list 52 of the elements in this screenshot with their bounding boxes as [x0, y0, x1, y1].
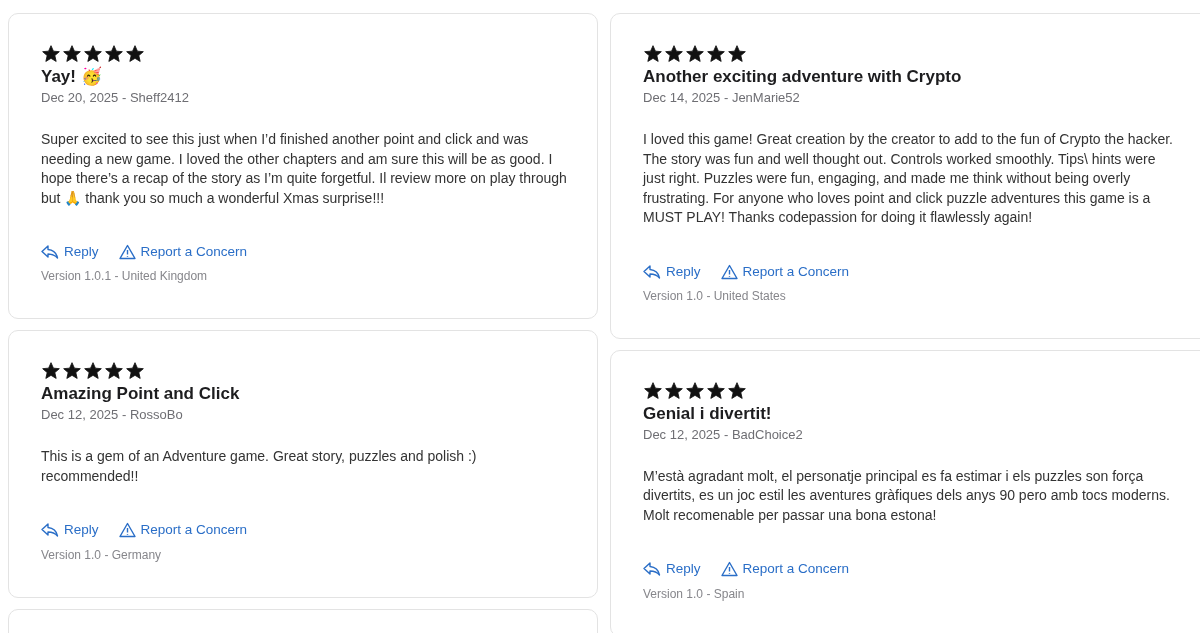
review-text: I loved this game! Great creation by the creator to add to the fun of Crypto the hacker. The story was fun and well thought out. Controls worked smoothly. Tips\ hints were just right. Puzzles were fun, engaging, and made me think without being overly frustrating. For anyone who loves point and click puzzle adventures this game is a MUST PLAY! Thanks codepassion for doing it flawlessly again! — [643, 130, 1174, 227]
star-icon — [125, 44, 145, 64]
warning-icon — [720, 561, 738, 578]
star-icon — [104, 361, 124, 382]
reply-icon — [41, 522, 59, 539]
star-icon — [125, 361, 145, 382]
star-icon — [41, 44, 61, 64]
star-icon — [685, 44, 705, 64]
review-title: Yay! 🥳 — [41, 66, 103, 88]
report-concern-link[interactable]: Report a Concern — [118, 520, 248, 541]
reply-link[interactable]: Reply — [41, 242, 99, 263]
report-concern-link[interactable]: Report a Concern — [118, 242, 248, 263]
star-icon — [41, 361, 61, 382]
warning-icon — [118, 522, 136, 539]
star-icon — [727, 44, 747, 64]
star-icon — [83, 361, 103, 382]
star-icon — [706, 44, 726, 64]
star-icon — [62, 361, 82, 382]
reply-link[interactable]: Reply — [643, 559, 701, 580]
version-country: Version 1.0 - Germany — [41, 546, 163, 563]
star-icon — [83, 44, 103, 64]
review-text: M’està agradant molt, el personatje principal es fa estimar i els puzzles son força divertits, es un joc estil les aventures gràfiques dels anys 90 pero amb tocs moderns. Molt recomenable per passar una bona estona! — [643, 466, 1171, 525]
review-text: This is a gem of an Adventure game. Great story, puzzles and polish :) recommended!! — [41, 447, 478, 486]
reply-icon — [41, 244, 59, 261]
review-meta: Dec 12, 2025 - BadChoice2 — [643, 425, 804, 444]
star-icon — [664, 44, 684, 64]
review-meta: Dec 20, 2025 - Sheff2412 — [41, 89, 190, 107]
review-title: Another exciting adventure with Crypto — [643, 66, 963, 88]
star-icon — [685, 380, 705, 401]
reply-link[interactable]: Reply — [41, 520, 99, 541]
star-icon — [727, 380, 747, 401]
reply-icon — [643, 263, 661, 280]
review-meta: Dec 14, 2025 - JenMarie52 — [643, 89, 801, 107]
star-icon — [62, 44, 82, 64]
star-icon — [706, 380, 726, 401]
report-concern-link[interactable]: Report a Concern — [720, 559, 850, 580]
version-country: Version 1.0 - United States — [643, 287, 787, 304]
reply-link[interactable]: Reply — [643, 261, 701, 282]
review-meta: Dec 12, 2025 - RossoBo — [41, 406, 184, 425]
warning-icon — [118, 244, 136, 261]
version-country: Version 1.0.1 - United Kingdom — [41, 268, 209, 285]
report-concern-link[interactable]: Report a Concern — [720, 261, 850, 282]
review-title: Amazing Point and Click — [41, 383, 241, 406]
star-icon — [643, 44, 663, 64]
star-icon — [643, 380, 663, 401]
review-text: Super excited to see this just when I’d finished another point and click and was needing a new game. I loved the other chapters and am sure this will be as good. I hope there’s a recap of the story as I’m quite forgetful. Il review more on play through but 🙏 thank you so much a wonderful Xmas surprise!!! — [41, 130, 567, 208]
review-title: Genial i divertit! — [643, 402, 773, 425]
reply-icon — [643, 561, 661, 578]
version-country: Version 1.0 - Spain — [643, 585, 746, 602]
warning-icon — [720, 263, 738, 280]
star-icon — [104, 44, 124, 64]
star-icon — [664, 380, 684, 401]
